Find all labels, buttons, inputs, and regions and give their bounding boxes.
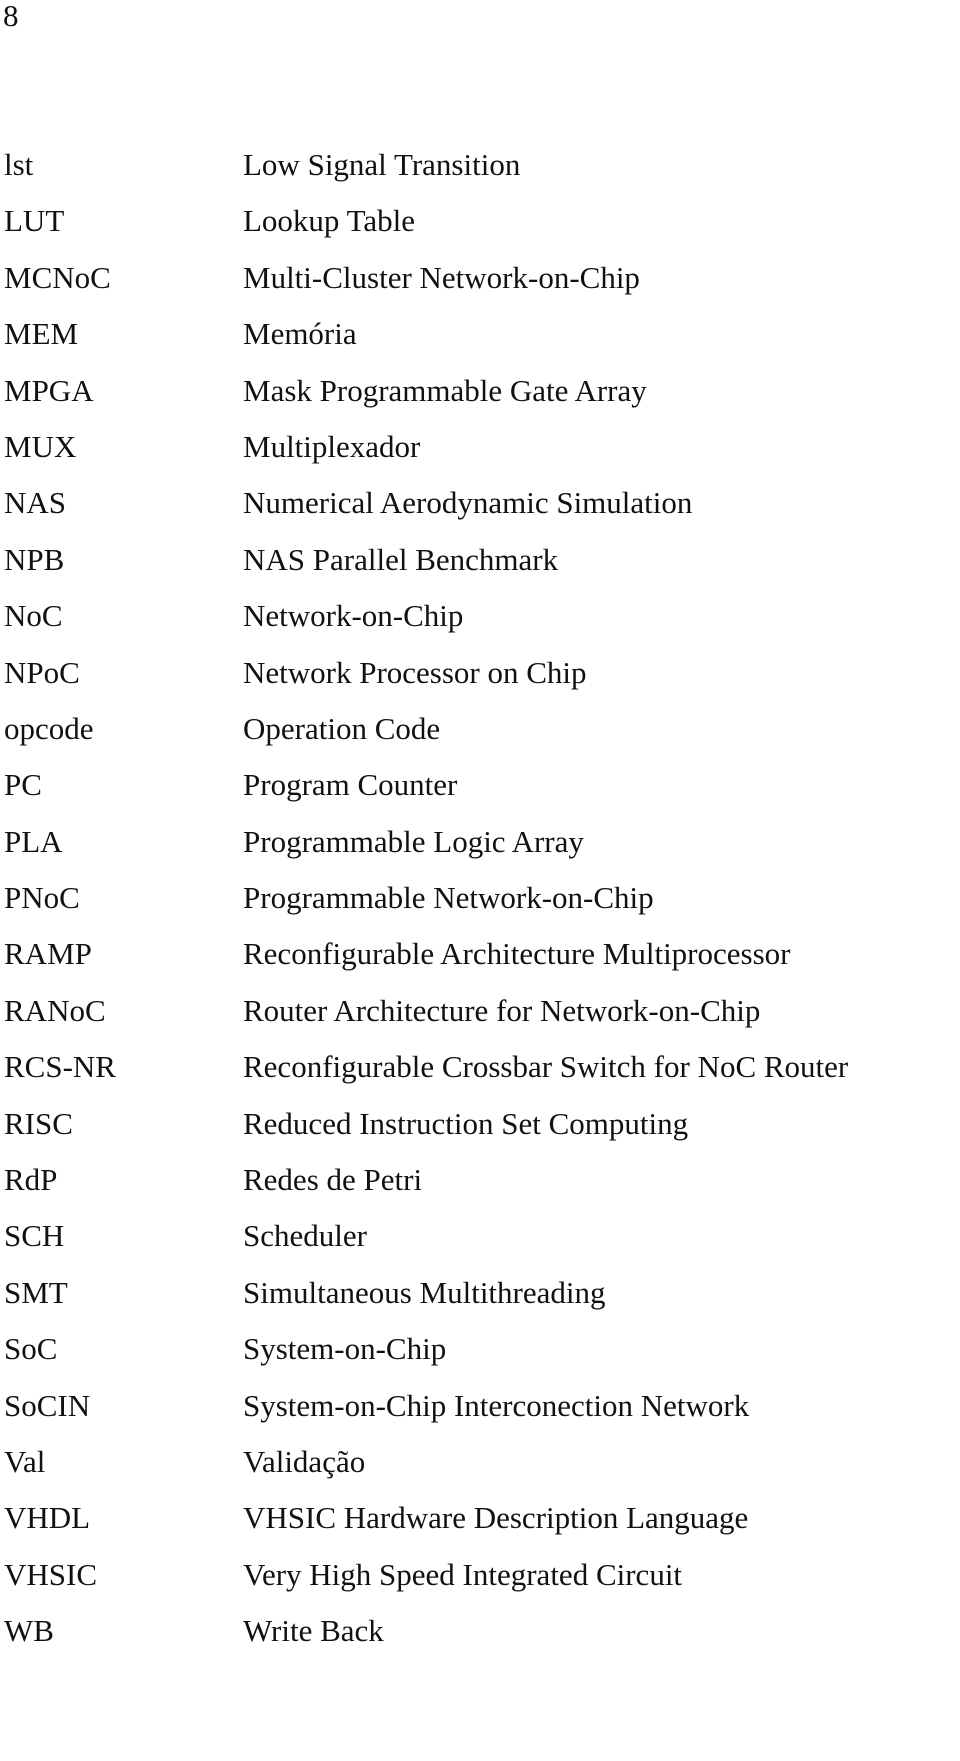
abbreviation-row: NPoC Network Processor on Chip	[0, 653, 960, 709]
abbreviation-row: NoC Network-on-Chip	[0, 596, 960, 652]
abbreviation-row: PLA Programmable Logic Array	[0, 822, 960, 878]
abbreviation-row: RCS-NR Reconfigurable Crossbar Switch for…	[0, 1047, 960, 1103]
abbreviation-definition: Lookup Table	[243, 203, 416, 239]
abbreviation-term: SCH	[4, 1218, 65, 1254]
abbreviation-term: PC	[4, 767, 42, 803]
abbreviation-definition: Scheduler	[243, 1218, 367, 1254]
abbreviation-term: NoC	[4, 598, 63, 634]
abbreviation-row: NAS Numerical Aerodynamic Simulation	[0, 483, 960, 539]
abbreviation-term: WB	[4, 1613, 54, 1649]
abbreviation-definition: Multiplexador	[243, 428, 421, 464]
abbreviation-definition: NAS Parallel Benchmark	[243, 541, 559, 577]
abbreviation-definition: Network-on-Chip	[243, 598, 464, 634]
abbreviation-row: RANoC Router Architecture for Network-on-…	[0, 991, 960, 1047]
abbreviation-definition: Low Signal Transition	[243, 147, 521, 182]
abbreviation-term: MUX	[4, 428, 77, 464]
abbreviation-definition: Programmable Network-on-Chip	[243, 880, 654, 916]
abbreviation-definition: Network Processor on Chip	[243, 654, 587, 690]
abbreviation-term: SMT	[4, 1274, 68, 1310]
abbreviation-definition: Write Back	[243, 1613, 384, 1649]
abbreviation-definition: Router Architecture for Network-on-Chip	[243, 992, 761, 1028]
abbreviation-term: VHSIC	[4, 1556, 98, 1592]
abbreviation-term: VHDL	[4, 1500, 91, 1536]
abbreviation-definition: Program Counter	[243, 767, 458, 803]
abbreviation-term: NAS	[4, 485, 67, 521]
abbreviation-term: MCNoC	[4, 259, 111, 295]
abbreviation-term: SoC	[4, 1331, 58, 1367]
abbreviation-definition: System-on-Chip	[243, 1331, 447, 1367]
abbreviation-row: RAMP Reconfigurable Architecture Multipro…	[0, 934, 960, 990]
abbreviation-term: RCS-NR	[4, 1049, 116, 1085]
abbreviation-row: lst Low Signal Transition	[0, 145, 960, 201]
abbreviation-term: NPoC	[4, 654, 80, 690]
abbreviation-term: RdP	[4, 1162, 58, 1198]
abbreviation-term: MPGA	[4, 372, 94, 408]
abbreviation-definition: VHSIC Hardware Description Language	[243, 1500, 749, 1536]
abbreviation-term: Val	[4, 1443, 46, 1479]
abbreviation-row: SoC System-on-Chip	[0, 1329, 960, 1385]
abbreviation-definition: Memória	[243, 316, 357, 352]
abbreviation-definition: Operation Code	[243, 710, 441, 746]
abbreviation-definition: Redes de Petri	[243, 1162, 423, 1198]
abbreviation-term: LUT	[4, 203, 65, 239]
abbreviation-definition: Reduced Instruction Set Computing	[243, 1105, 689, 1141]
abbreviation-term: PNoC	[4, 880, 80, 916]
abbreviation-row: PC Program Counter	[0, 765, 960, 821]
abbreviation-row: VHDL VHSIC Hardware Description Language	[0, 1498, 960, 1554]
abbreviation-row: WB Write Back	[0, 1611, 960, 1667]
abbreviation-term: lst	[4, 147, 34, 182]
abbreviation-row: RISC Reduced Instruction Set Computing	[0, 1104, 960, 1160]
page-number: 8	[3, 0, 19, 33]
abbreviation-row: Val Validação	[0, 1442, 960, 1498]
abbreviation-definition: Numerical Aerodynamic Simulation	[243, 485, 693, 521]
abbreviation-row: SCH Scheduler	[0, 1216, 960, 1272]
abbreviation-term: RAMP	[4, 936, 92, 972]
abbreviation-definition: Validação	[243, 1443, 366, 1479]
abbreviation-term: NPB	[4, 541, 65, 577]
abbreviation-row: PNoC Programmable Network-on-Chip	[0, 878, 960, 934]
abbreviation-row: MUX Multiplexador	[0, 427, 960, 483]
abbreviation-row: SoCIN System-on-Chip Interconection Netwo…	[0, 1386, 960, 1442]
abbreviation-definition: Reconfigurable Architecture Multiprocess…	[243, 936, 791, 972]
abbreviation-row: MCNoC Multi-Cluster Network-on-Chip	[0, 258, 960, 314]
abbreviation-row: VHSIC Very High Speed Integrated Circuit	[0, 1555, 960, 1611]
abbreviation-row: SMT Simultaneous Multithreading	[0, 1273, 960, 1329]
abbreviation-list: lst Low Signal Transition LUT Lookup Table M…	[0, 145, 960, 1668]
abbreviation-definition: Mask Programmable Gate Array	[243, 372, 647, 408]
abbreviation-definition: Multi-Cluster Network-on-Chip	[243, 259, 640, 295]
abbreviation-definition: System-on-Chip Interconection Network	[243, 1387, 750, 1423]
abbreviation-definition: Simultaneous Multithreading	[243, 1274, 606, 1310]
abbreviation-row: NPB NAS Parallel Benchmark	[0, 540, 960, 596]
abbreviation-row: MEM Memória	[0, 314, 960, 370]
abbreviation-term: PLA	[4, 823, 63, 859]
abbreviation-term: SoCIN	[4, 1387, 91, 1423]
abbreviation-row: LUT Lookup Table	[0, 201, 960, 257]
abbreviation-term: RISC	[4, 1105, 73, 1141]
abbreviation-definition: Programmable Logic Array	[243, 823, 584, 859]
abbreviation-definition: Very High Speed Integrated Circuit	[243, 1556, 683, 1592]
abbreviation-definition: Reconfigurable Crossbar Switch for NoC R…	[243, 1049, 849, 1085]
abbreviation-term: MEM	[4, 316, 79, 352]
abbreviation-row: MPGA Mask Programmable Gate Array	[0, 371, 960, 427]
abbreviation-term: opcode	[4, 710, 94, 746]
abbreviation-row: RdP Redes de Petri	[0, 1160, 960, 1216]
abbreviation-term: RANoC	[4, 992, 106, 1028]
abbreviation-row: opcode Operation Code	[0, 709, 960, 765]
